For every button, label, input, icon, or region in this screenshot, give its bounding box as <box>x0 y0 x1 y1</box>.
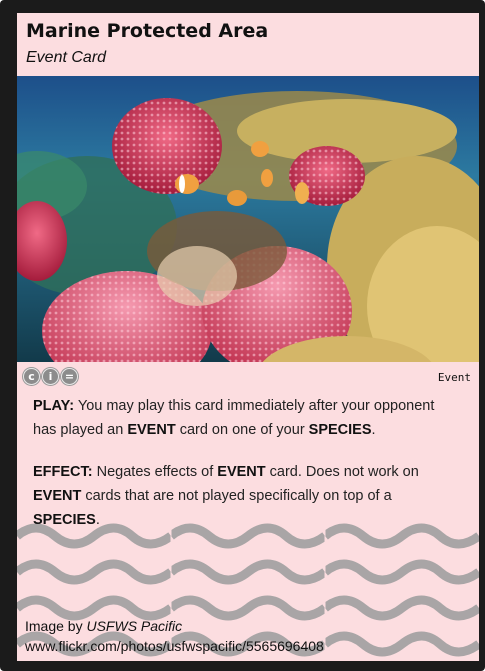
effect-text-1: Negates effects of <box>92 464 218 480</box>
play-label: PLAY: <box>33 398 75 414</box>
no-derivatives-icon: = <box>61 368 78 385</box>
effect-keyword-event-2: EVENT <box>33 488 82 504</box>
event-card[interactable]: Marine Protected Area Event Card c i = E… <box>0 0 485 671</box>
credit-prefix: Image by <box>25 618 87 634</box>
play-keyword-event: EVENT <box>127 422 176 438</box>
card-face: Marine Protected Area Event Card c i = E… <box>17 13 479 661</box>
effect-text-2: card. Does not work on <box>265 464 419 480</box>
play-keyword-species: SPECIES <box>308 422 372 438</box>
effect-rule: EFFECT: Negates effects of EVENT card. D… <box>33 460 458 532</box>
effect-keyword-species: SPECIES <box>33 512 96 528</box>
effect-text-4: . <box>95 512 100 528</box>
attribution-icon: i <box>42 368 59 385</box>
coral-reef-photo <box>17 76 479 362</box>
effect-keyword-event-1: EVENT <box>217 464 266 480</box>
cc-icon: c <box>23 368 40 385</box>
play-rule: PLAY: You may play this card immediately… <box>33 394 458 442</box>
play-text-3: . <box>371 422 376 438</box>
license-icons: c i = <box>23 368 78 385</box>
credit-line: Image by USFWS Pacific <box>25 616 324 636</box>
card-title: Marine Protected Area <box>26 20 269 42</box>
card-type-label: Event <box>437 371 471 384</box>
rules-text: PLAY: You may play this card immediately… <box>33 394 458 550</box>
play-text-2: card on one of your <box>175 422 309 438</box>
image-credit: Image by USFWS Pacific www.flickr.com/ph… <box>25 616 324 656</box>
effect-label: EFFECT: <box>33 464 93 480</box>
credit-url[interactable]: www.flickr.com/photos/usfwspacific/55656… <box>25 636 324 656</box>
credit-author: USFWS Pacific <box>86 618 183 634</box>
card-subtitle: Event Card <box>26 49 107 66</box>
effect-text-3: cards that are not played specifically o… <box>81 488 392 504</box>
